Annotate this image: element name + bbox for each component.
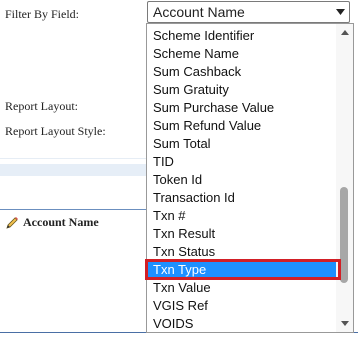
filter-by-field-select[interactable]: Account Name [147,1,350,23]
pencil-icon [5,216,19,230]
scroll-down-arrow-icon[interactable] [336,315,353,332]
divider [0,148,148,159]
chevron-down-icon[interactable] [331,9,349,15]
dropdown-option[interactable]: Sum Purchase Value [147,99,337,117]
dropdown-option[interactable]: Txn Result [147,225,337,243]
scrollbar-thumb[interactable] [340,187,348,284]
dropdown-option[interactable]: Txn Status [147,243,337,261]
dropdown-option[interactable]: Txn Type [147,261,337,279]
dropdown-option[interactable]: Txn # [147,207,337,225]
report-layout-style-label: Report Layout Style: [5,124,106,138]
dropdown-option[interactable]: Sum Cashback [147,63,337,81]
dropdown-option[interactable]: VOIDS [147,315,337,333]
dropdown-option[interactable]: Scheme Identifier [147,27,337,45]
dropdown-option[interactable]: Sum Total [147,135,337,153]
dropdown-option[interactable]: Scheme Name [147,45,337,63]
select-value: Account Name [153,4,245,20]
section-band [0,164,148,176]
dropdown-option[interactable]: Token Id [147,171,337,189]
dropdown-option[interactable]: VGIS Ref [147,297,337,315]
table-header-rule [0,209,148,210]
dropdown-option[interactable]: TID [147,153,337,171]
filter-by-field-label: Filter By Field: [5,7,80,21]
dropdown-option[interactable]: Txn Value [147,279,337,297]
column-header-account-name[interactable]: Account Name [5,215,99,230]
scroll-up-arrow-icon[interactable] [336,24,353,41]
dropdown-option[interactable]: Transaction Id [147,189,337,207]
report-layout-label: Report Layout: [5,99,78,113]
dropdown-option[interactable]: Sum Gratuity [147,81,337,99]
dropdown-scrollbar[interactable] [336,24,353,332]
dropdown-option[interactable]: Sum Refund Value [147,117,337,135]
filter-by-field-dropdown[interactable]: Scheme Identifier Scheme Name Sum Cashback… [146,23,354,333]
dropdown-options: Scheme Identifier Scheme Name Sum Cashback… [147,27,337,333]
column-header-label: Account Name [23,215,99,229]
